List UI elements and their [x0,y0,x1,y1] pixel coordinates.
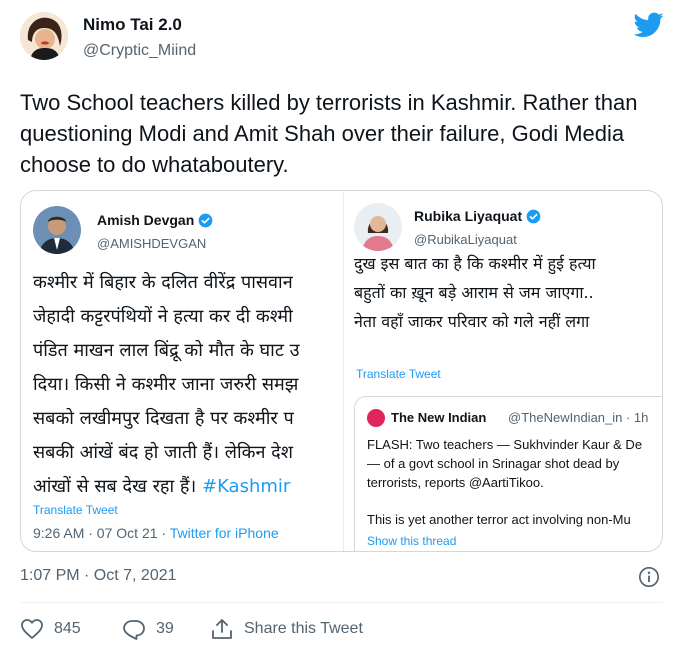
reply-button[interactable]: 39 [122,614,174,644]
reply-count: 39 [156,620,174,637]
tweet-timestamp[interactable]: 1:07 PM · Oct 7, 2021 [20,567,177,585]
text-line: जेहादी कट्टरपंथियों ने हत्या कर दी कश्मी [33,306,293,327]
verified-badge-icon [526,209,541,224]
text-line: FLASH: Two teachers — Sukhvinder Kaur & … [367,437,643,452]
divider [20,602,663,603]
translate-link-right: Translate Tweet [356,367,441,381]
reply-icon [123,620,145,640]
author-handle[interactable]: @Cryptic_Miind [83,42,196,60]
twitter-bird-icon[interactable] [634,12,664,38]
embedded-avatar-left [33,206,81,254]
news-logo-icon [367,409,385,427]
text-line: बहुतों का ख़ून बड़े आराम से जम जाएगा.. [354,283,594,302]
info-icon[interactable] [638,566,660,588]
share-button[interactable]: Share this Tweet [210,614,363,644]
text-line: सबकी आंखें बंद हो जाती हैं। लेकिन देश [33,442,293,463]
tweet-text: Two School teachers killed by terrorists… [20,90,638,177]
embedded-tweet-left: Amish Devgan @AMISHDEVGAN कश्मीर में बिह… [21,191,343,551]
text-line: — of a govt school in Srinagar shot dead… [367,456,620,471]
heart-icon [21,619,43,639]
quote-extra: This is yet another terror act involving… [367,512,631,527]
share-label: Share this Tweet [244,620,363,637]
embedded-name-right: Rubika Liyaquat [414,208,541,224]
text-line: नेता वहाँ जाकर परिवार को गले नहीं लगा [354,312,590,331]
embedded-handle-left: @AMISHDEVGAN [97,236,207,251]
embedded-name-left: Amish Devgan [97,212,213,228]
quote-handle: @TheNewIndian_in · 1h [508,410,649,425]
embedded-text-left: कश्मीर में बिहार के दलित वीरेंद्र पासवान… [33,266,343,504]
text-line: terrorists, reports @AartiTikoo. [367,475,544,490]
verified-badge-icon [198,213,213,228]
text-line: आंखों से सब देख रहा हैं। #Kashmir [33,476,291,497]
embedded-meta-left: 9:26 AM · 07 Oct 21 · Twitter for iPhone [33,525,279,541]
text-line: पंडित माखन लाल बिंद्रू को मौत के घाट उ [33,340,300,361]
embedded-tweet-right: Rubika Liyaquat @RubikaLiyaquat दुख इस ब… [344,191,662,551]
like-count: 845 [54,620,81,637]
text-line: दुख इस बात का है कि कश्मीर में हुई हत्या [354,254,596,273]
text-line: सबको लखीमपुर दिखता है पर कश्मीर प [33,408,294,429]
quote-text: FLASH: Two teachers — Sukhvinder Kaur & … [367,435,662,492]
embedded-text-right: दुख इस बात का है कि कश्मीर में हुई हत्या… [354,249,662,336]
translate-link-left: Translate Tweet [33,503,118,517]
quote-name: The New Indian [391,410,487,425]
like-button[interactable]: 845 [20,614,81,644]
hashtag-link: #Kashmir [201,476,291,497]
embedded-handle-right: @RubikaLiyaquat [414,232,517,247]
tweet-card: Nimo Tai 2.0 @Cryptic_Miind Two School t… [0,0,681,649]
text-line: कश्मीर में बिहार के दलित वीरेंद्र पासवान [33,272,293,293]
tweet-image[interactable]: Amish Devgan @AMISHDEVGAN कश्मीर में बिह… [20,190,663,552]
embedded-avatar-right [354,203,402,251]
quoted-tweet: The New Indian @TheNewIndian_in · 1h FLA… [354,396,662,551]
author-name[interactable]: Nimo Tai 2.0 [83,15,182,35]
show-thread-link: Show this thread [367,534,457,548]
author-avatar[interactable] [20,12,68,60]
share-icon [212,619,232,639]
text-line: दिया। किसी ने कश्मीर जाना जरुरी समझ [33,374,299,395]
